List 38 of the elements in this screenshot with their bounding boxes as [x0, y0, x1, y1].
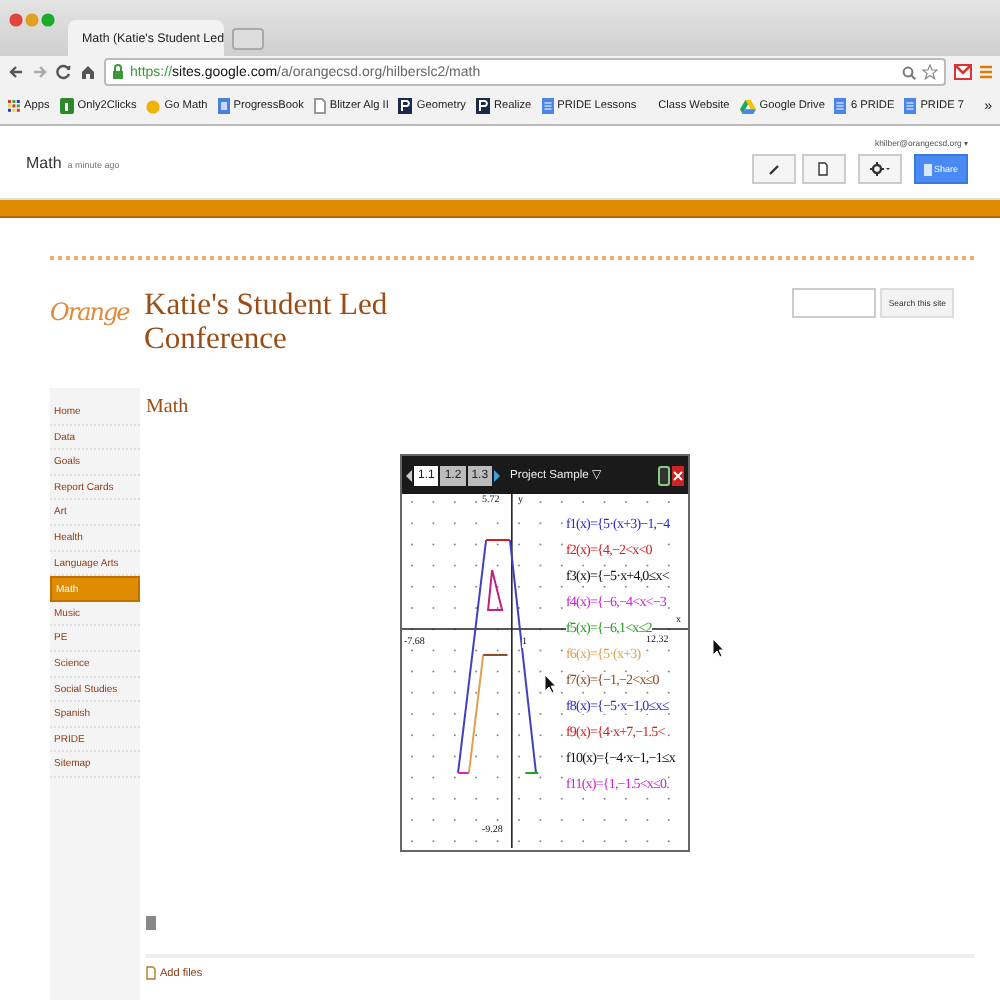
circle-icon — [146, 99, 161, 113]
back-icon[interactable] — [8, 64, 24, 80]
letter-p-icon — [475, 98, 490, 114]
cursor-icon — [712, 638, 724, 658]
bookmark-icon — [217, 98, 230, 114]
page-icon — [818, 162, 829, 176]
left-arrow-icon[interactable] — [406, 469, 412, 481]
letter-p-icon — [398, 98, 413, 114]
search-field[interactable] — [792, 288, 877, 318]
site-title: Katie's Student Led Conference — [144, 288, 390, 356]
document-icon — [541, 98, 554, 114]
file-icon — [146, 916, 156, 930]
search-icon[interactable] — [902, 65, 916, 79]
mail-icon[interactable] — [954, 64, 972, 80]
battery-icon — [658, 465, 670, 485]
triangle-icon — [739, 99, 756, 113]
gear-icon — [869, 162, 890, 176]
page-icon — [146, 966, 156, 980]
document-icon — [834, 98, 847, 114]
cursor-icon — [544, 674, 556, 694]
pencil-icon — [767, 163, 780, 175]
lock-icon — [112, 64, 124, 80]
page-icon — [923, 163, 932, 175]
page-heading: Math — [146, 396, 191, 418]
page-title: Math — [26, 154, 62, 172]
document-icon — [904, 98, 917, 114]
right-arrow-icon[interactable] — [494, 469, 501, 481]
close-icon[interactable] — [672, 465, 684, 485]
new-page-button[interactable] — [801, 154, 846, 184]
reload-icon[interactable] — [56, 64, 72, 80]
settings-button[interactable] — [857, 154, 902, 184]
window-controls-icon[interactable] — [8, 12, 56, 28]
home-icon[interactable] — [80, 64, 96, 80]
bookmark-icon — [59, 98, 74, 114]
menu-icon[interactable] — [980, 64, 992, 80]
grid-icon — [8, 100, 20, 112]
star-icon[interactable] — [922, 64, 938, 80]
page-icon — [313, 98, 326, 114]
